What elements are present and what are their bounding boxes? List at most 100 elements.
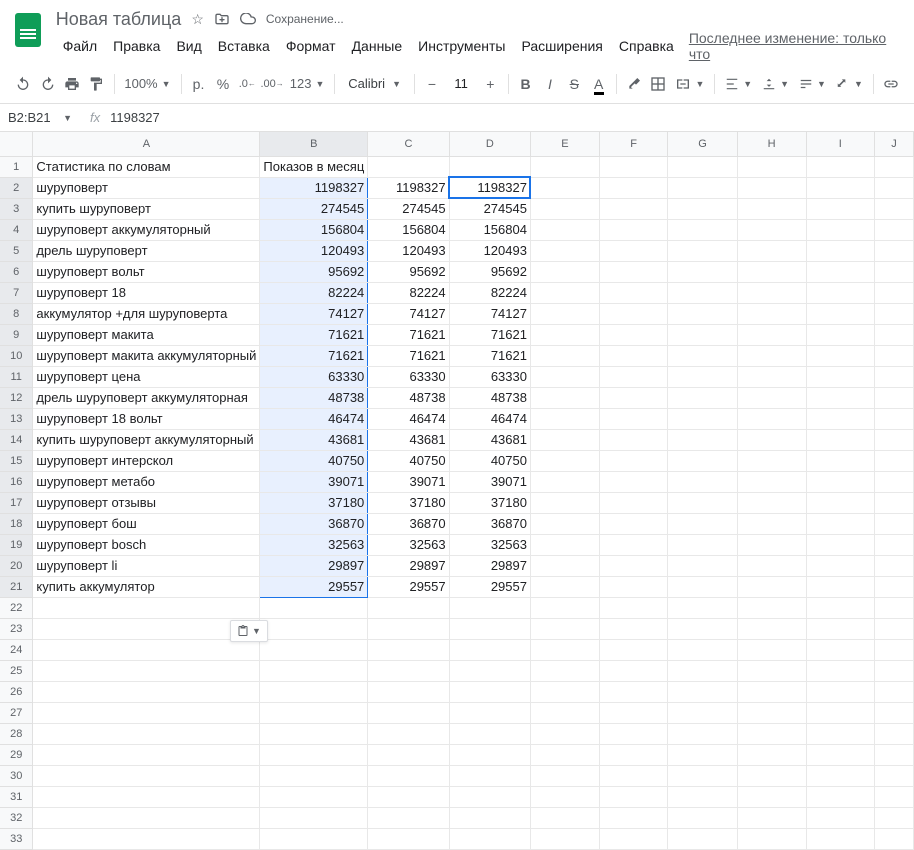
cell[interactable]: [530, 723, 599, 744]
cell[interactable]: [368, 702, 449, 723]
cell[interactable]: 29897: [449, 555, 530, 576]
cell[interactable]: [599, 261, 668, 282]
cell[interactable]: [33, 765, 260, 786]
font-select[interactable]: Calibri▼: [341, 73, 408, 94]
cell[interactable]: 40750: [449, 450, 530, 471]
cell[interactable]: шуруповерт li: [33, 555, 260, 576]
cell[interactable]: [668, 639, 737, 660]
menu-item-данные[interactable]: Данные: [345, 34, 410, 58]
cell[interactable]: [599, 429, 668, 450]
cell[interactable]: [530, 513, 599, 534]
cell[interactable]: [599, 156, 668, 177]
column-header[interactable]: C: [368, 132, 449, 156]
cell[interactable]: [737, 408, 806, 429]
cell[interactable]: [530, 576, 599, 597]
cell[interactable]: [530, 639, 599, 660]
cell[interactable]: [737, 366, 806, 387]
cell[interactable]: шуруповерт: [33, 177, 260, 198]
cell[interactable]: 39071: [368, 471, 449, 492]
cell[interactable]: [668, 324, 737, 345]
borders-button[interactable]: [647, 70, 669, 98]
cell[interactable]: [875, 786, 914, 807]
document-title[interactable]: Новая таблица: [56, 9, 182, 30]
cell[interactable]: [599, 702, 668, 723]
cell[interactable]: [599, 618, 668, 639]
cell[interactable]: 63330: [449, 366, 530, 387]
merge-button[interactable]: ▼: [671, 72, 708, 96]
cell[interactable]: 29557: [368, 576, 449, 597]
cell[interactable]: 36870: [260, 513, 368, 534]
cell[interactable]: [530, 828, 599, 849]
cell[interactable]: [806, 618, 874, 639]
cell[interactable]: [530, 408, 599, 429]
cell[interactable]: [599, 408, 668, 429]
select-all-corner[interactable]: [0, 132, 33, 156]
column-header[interactable]: I: [806, 132, 874, 156]
cell[interactable]: [599, 639, 668, 660]
cell[interactable]: [668, 261, 737, 282]
cell[interactable]: [875, 744, 914, 765]
cell[interactable]: 274545: [368, 198, 449, 219]
cell[interactable]: [875, 366, 914, 387]
cell[interactable]: 43681: [368, 429, 449, 450]
cell[interactable]: [875, 177, 914, 198]
cell[interactable]: [806, 534, 874, 555]
cell[interactable]: 156804: [449, 219, 530, 240]
cell[interactable]: [737, 471, 806, 492]
cell[interactable]: 1198327: [368, 177, 449, 198]
cell[interactable]: 46474: [260, 408, 368, 429]
cell[interactable]: [260, 807, 368, 828]
cell[interactable]: [368, 807, 449, 828]
cell[interactable]: [599, 324, 668, 345]
row-header[interactable]: 23: [0, 618, 33, 639]
cell[interactable]: [737, 786, 806, 807]
cell[interactable]: [737, 744, 806, 765]
cell[interactable]: [737, 681, 806, 702]
cell[interactable]: [875, 576, 914, 597]
cell[interactable]: [449, 660, 530, 681]
cell[interactable]: [806, 513, 874, 534]
cell[interactable]: [806, 786, 874, 807]
cell[interactable]: [33, 681, 260, 702]
cell[interactable]: [599, 555, 668, 576]
cell[interactable]: [260, 702, 368, 723]
cell[interactable]: [806, 555, 874, 576]
text-color-button[interactable]: A: [588, 70, 610, 98]
column-header[interactable]: F: [599, 132, 668, 156]
row-header[interactable]: 4: [0, 219, 33, 240]
cell[interactable]: [599, 492, 668, 513]
cell[interactable]: [599, 723, 668, 744]
cell[interactable]: 71621: [260, 345, 368, 366]
cell[interactable]: 95692: [449, 261, 530, 282]
cell[interactable]: [449, 156, 530, 177]
column-header[interactable]: E: [530, 132, 599, 156]
cell[interactable]: [599, 681, 668, 702]
cell[interactable]: 74127: [260, 303, 368, 324]
link-button[interactable]: [880, 70, 902, 98]
row-header[interactable]: 27: [0, 702, 33, 723]
cell[interactable]: шуруповерт отзывы: [33, 492, 260, 513]
cell[interactable]: [449, 744, 530, 765]
cell[interactable]: [368, 618, 449, 639]
cell[interactable]: [530, 345, 599, 366]
cell[interactable]: [668, 828, 737, 849]
cell[interactable]: [368, 156, 449, 177]
row-header[interactable]: 6: [0, 261, 33, 282]
cell[interactable]: [449, 597, 530, 618]
row-header[interactable]: 30: [0, 765, 33, 786]
cell[interactable]: [806, 681, 874, 702]
cell[interactable]: [368, 765, 449, 786]
cell[interactable]: [806, 303, 874, 324]
cell[interactable]: [737, 618, 806, 639]
cell[interactable]: [530, 219, 599, 240]
increase-decimal-button[interactable]: .00→: [261, 70, 284, 98]
cell[interactable]: [806, 366, 874, 387]
cell[interactable]: [668, 744, 737, 765]
more-formats-select[interactable]: 123▼: [286, 72, 329, 96]
cell[interactable]: [599, 303, 668, 324]
row-header[interactable]: 25: [0, 660, 33, 681]
cell[interactable]: [875, 219, 914, 240]
cell[interactable]: [668, 702, 737, 723]
cell[interactable]: [668, 513, 737, 534]
row-header[interactable]: 13: [0, 408, 33, 429]
